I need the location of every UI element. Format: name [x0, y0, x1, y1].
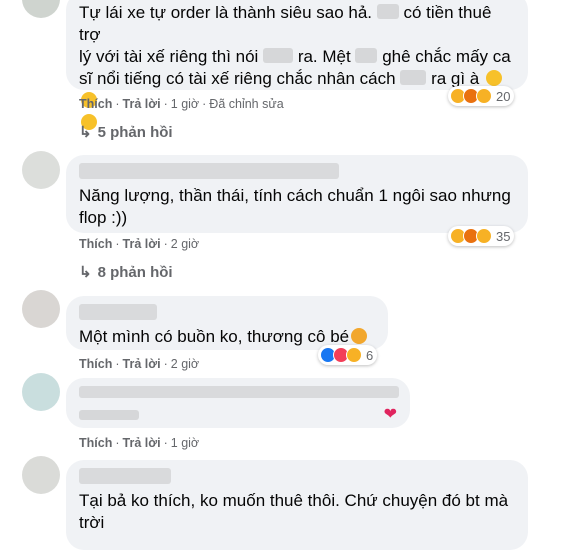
timestamp[interactable]: 1 giờ	[171, 436, 199, 450]
comment-text: lý với tài xế riêng thì nói	[79, 47, 259, 66]
comment-bubble: Tại bả ko thích, ko muốn thuê thôi. Chứ …	[66, 460, 528, 550]
reaction-summary[interactable]: 6	[318, 345, 378, 365]
redacted-text	[355, 48, 378, 63]
timestamp[interactable]: 2 giờ	[171, 237, 199, 251]
like-link[interactable]: Thích	[79, 97, 112, 111]
avatar[interactable]	[22, 456, 60, 494]
reply-link[interactable]: Trả lời	[123, 436, 161, 450]
view-replies-link[interactable]: ↳ 8 phản hồi	[79, 263, 173, 281]
reaction-count: 20	[496, 88, 511, 104]
comment-bubble: Một mình có buồn ko, thương cô bé	[66, 296, 388, 350]
avatar[interactable]	[22, 0, 60, 18]
replies-count-label: 8 phản hồi	[97, 264, 173, 281]
comment-actions: Thích · Trả lời · 2 giờ	[79, 357, 200, 371]
view-replies-link[interactable]: ↳ 5 phản hồi	[79, 123, 173, 141]
comment-actions: Thích · Trả lời · 1 giờ	[79, 436, 200, 450]
reply-link[interactable]: Trả lời	[123, 97, 161, 111]
sad-reaction-icon	[346, 347, 362, 363]
comment-text: Một mình có buồn ko, thương cô bé	[79, 327, 350, 346]
avatar[interactable]	[22, 373, 60, 411]
comment-text: ra. Mệt	[297, 47, 351, 66]
laughing-emoji-icon	[486, 70, 502, 86]
heart-icon: ❤	[383, 406, 397, 423]
comment-text: Tự lái xe tự order là thành siêu sao hả.	[79, 3, 373, 22]
timestamp[interactable]: 2 giờ	[171, 357, 199, 371]
reply-arrow-icon: ↳	[79, 124, 92, 141]
like-link[interactable]: Thích	[79, 237, 112, 251]
like-link[interactable]: Thích	[79, 357, 112, 371]
comment-text: Năng lượng, thần thái, tính cách chuẩn 1…	[79, 186, 511, 227]
comment-actions: Thích · Trả lời · 2 giờ	[79, 237, 200, 251]
author-name-redacted[interactable]	[79, 304, 157, 320]
sad-reaction-icon	[476, 228, 492, 244]
author-name-redacted[interactable]	[79, 163, 339, 179]
redacted-text	[263, 48, 294, 63]
reaction-summary[interactable]: 20	[448, 86, 515, 106]
author-name-redacted[interactable]	[79, 386, 399, 398]
heart-eyes-emoji-icon	[351, 328, 368, 344]
redacted-text	[400, 70, 427, 85]
comment-bubble: ❤	[66, 378, 410, 428]
comment-text: sĩ nổi tiếng có tài xế riêng chắc nhân c…	[79, 69, 396, 88]
redacted-text	[79, 410, 139, 420]
author-name-redacted[interactable]	[79, 468, 171, 484]
comment-text: Tại bả ko thích, ko muốn thuê thôi. Chứ …	[79, 491, 509, 532]
redacted-text	[376, 4, 399, 19]
edited-label: Đã chỉnh sửa	[209, 97, 284, 111]
comment-bubble: Năng lượng, thần thái, tính cách chuẩn 1…	[66, 155, 528, 233]
comment-bubble: Tự lái xe tự order là thành siêu sao hả.…	[66, 0, 528, 130]
reaction-count: 6	[366, 347, 374, 363]
sad-reaction-icon	[476, 88, 492, 104]
reaction-summary[interactable]: 35	[448, 226, 515, 246]
reply-link[interactable]: Trả lời	[123, 237, 161, 251]
reply-link[interactable]: Trả lời	[123, 357, 161, 371]
avatar[interactable]	[22, 290, 60, 328]
reply-arrow-icon: ↳	[79, 264, 92, 281]
replies-count-label: 5 phản hồi	[97, 124, 173, 141]
avatar[interactable]	[22, 151, 60, 189]
timestamp[interactable]: 1 giờ	[171, 97, 199, 111]
like-link[interactable]: Thích	[79, 436, 112, 450]
reaction-count: 35	[496, 228, 511, 244]
comment-actions: Thích · Trả lời · 1 giờ · Đã chỉnh sửa	[79, 97, 284, 111]
comment-text: ghê chắc mấy ca	[382, 47, 511, 66]
